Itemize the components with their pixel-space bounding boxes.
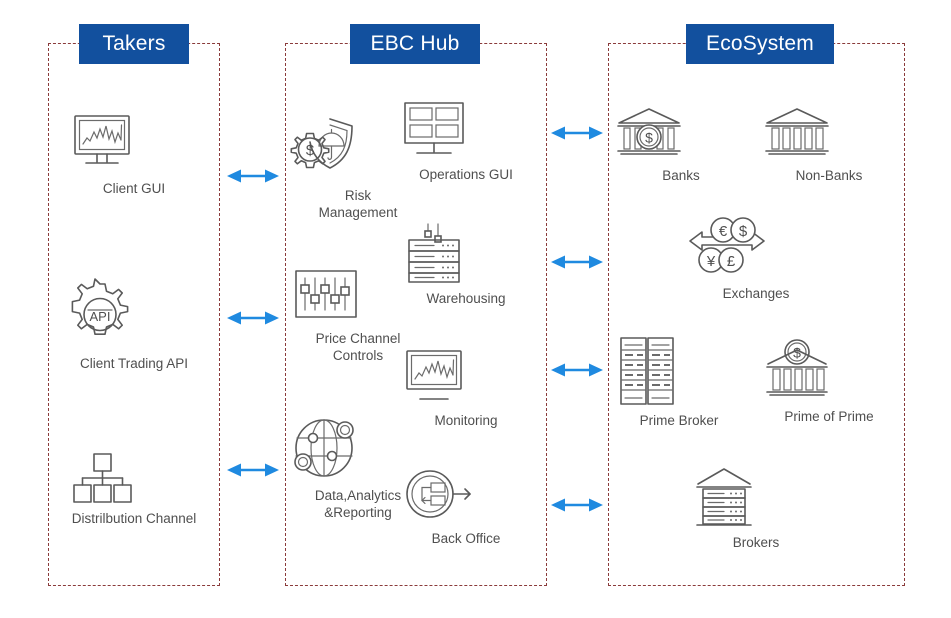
node-banks[interactable]: $ Banks [611,105,751,184]
node-label: Risk Management [318,188,398,220]
node-label: Back Office [431,531,501,546]
connector-arrow-hub-ecosystem-4 [549,495,605,515]
panel-ecosystem-title: EcoSystem [686,24,834,64]
node-client-trading-api[interactable]: API Client Trading API [64,278,204,372]
svg-text:$: $ [306,142,315,159]
connector-arrow-hub-ecosystem-1 [549,123,605,143]
node-brokers[interactable]: Brokers [686,466,826,551]
node-back-office[interactable]: Back Office [396,468,536,547]
svg-text:€: € [719,223,728,240]
svg-text:$: $ [645,130,653,146]
node-label: Prime of Prime [784,409,874,424]
node-warehousing[interactable]: Warehousing [396,222,536,307]
workflow-circle-arrow-icon [396,468,536,524]
node-label: Client Trading API [79,356,189,371]
monitor-chart-icon [64,112,204,174]
node-label: Client GUI [102,181,166,196]
building-roof-icon [686,466,826,528]
server-towers-icon [609,336,749,406]
svg-text:¥: ¥ [706,253,716,270]
currency-exchange-icon: € $ ¥ £ [686,215,826,279]
node-label: Prime Broker [639,413,719,428]
node-prime-of-prime[interactable]: $ Prime of Prime [759,339,899,425]
hierarchy-icon [64,452,204,504]
bank-columns-icon [759,105,899,161]
node-client-gui[interactable]: Client GUI [64,112,204,197]
connector-arrow-takers-hub-2 [225,308,281,328]
monitor-chart-icon [396,348,536,406]
ebc-hub-architecture-diagram: Takers Client GUI API Client Trading API… [0,0,951,618]
node-label: Brokers [732,535,780,550]
node-exchanges[interactable]: € $ ¥ £ Exchanges [686,215,826,302]
svg-text:API: API [90,309,111,324]
bank-dollar-icon: $ [611,105,751,161]
connector-arrow-takers-hub-1 [225,166,281,186]
connector-arrow-hub-ecosystem-3 [549,360,605,380]
node-label: Distrilbution Channel [71,511,197,526]
node-operations-gui[interactable]: Operations GUI [396,100,536,183]
connector-arrow-takers-hub-3 [225,460,281,480]
panel-ebc-hub-title: EBC Hub [350,24,480,64]
node-label: Banks [662,168,700,183]
node-label: Exchanges [722,286,790,301]
node-non-banks[interactable]: Non-Banks [759,105,899,184]
monitor-panes-icon [396,100,536,160]
connector-arrow-hub-ecosystem-2 [549,252,605,272]
panel-takers-title: Takers [79,24,189,64]
svg-text:£: £ [727,253,736,270]
node-label: Operations GUI [419,167,513,182]
server-rack-icon [396,222,536,284]
svg-text:$: $ [739,223,748,240]
node-distribution-channel[interactable]: Distrilbution Channel [64,452,204,527]
bank-dollar-roof-icon: $ [759,339,899,402]
node-label: Non-Banks [795,168,863,183]
svg-text:$: $ [793,345,801,361]
node-prime-broker[interactable]: Prime Broker [609,336,749,429]
gear-api-icon: API [64,278,204,349]
node-label: Warehousing [426,291,506,306]
